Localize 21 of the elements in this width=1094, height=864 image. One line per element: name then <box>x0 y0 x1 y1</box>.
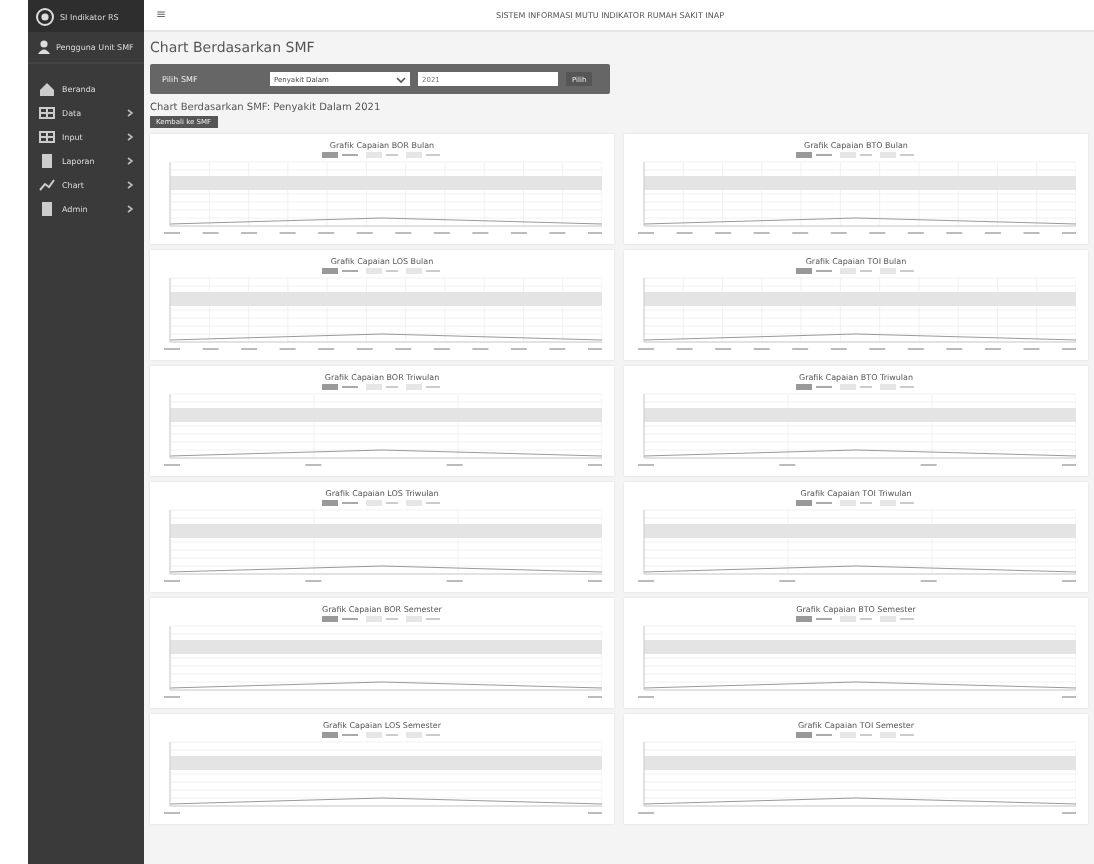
chart-legend-drawing <box>796 732 916 738</box>
chart-legend-drawing <box>796 384 916 390</box>
chart-legend-drawing <box>322 500 442 506</box>
table-icon <box>38 127 56 145</box>
chart-legend-drawing <box>322 384 442 390</box>
chart-legend-drawing <box>322 616 442 622</box>
home-icon <box>38 79 56 97</box>
chart-legend-drawing <box>796 152 916 158</box>
chart-legend-drawing <box>322 732 442 738</box>
logo-icon <box>36 7 54 25</box>
table-icon <box>38 103 56 121</box>
caret-icon <box>396 75 406 83</box>
chart-icon <box>38 175 56 193</box>
chart-legend-drawing <box>322 268 442 274</box>
user-icon <box>38 40 50 54</box>
document-icon <box>38 151 56 169</box>
chart-legend-drawing <box>796 500 916 506</box>
chart-legend-drawing <box>796 616 916 622</box>
chart-legend-drawing <box>322 152 442 158</box>
document-icon <box>38 199 56 217</box>
chart-legend-drawing <box>796 268 916 274</box>
